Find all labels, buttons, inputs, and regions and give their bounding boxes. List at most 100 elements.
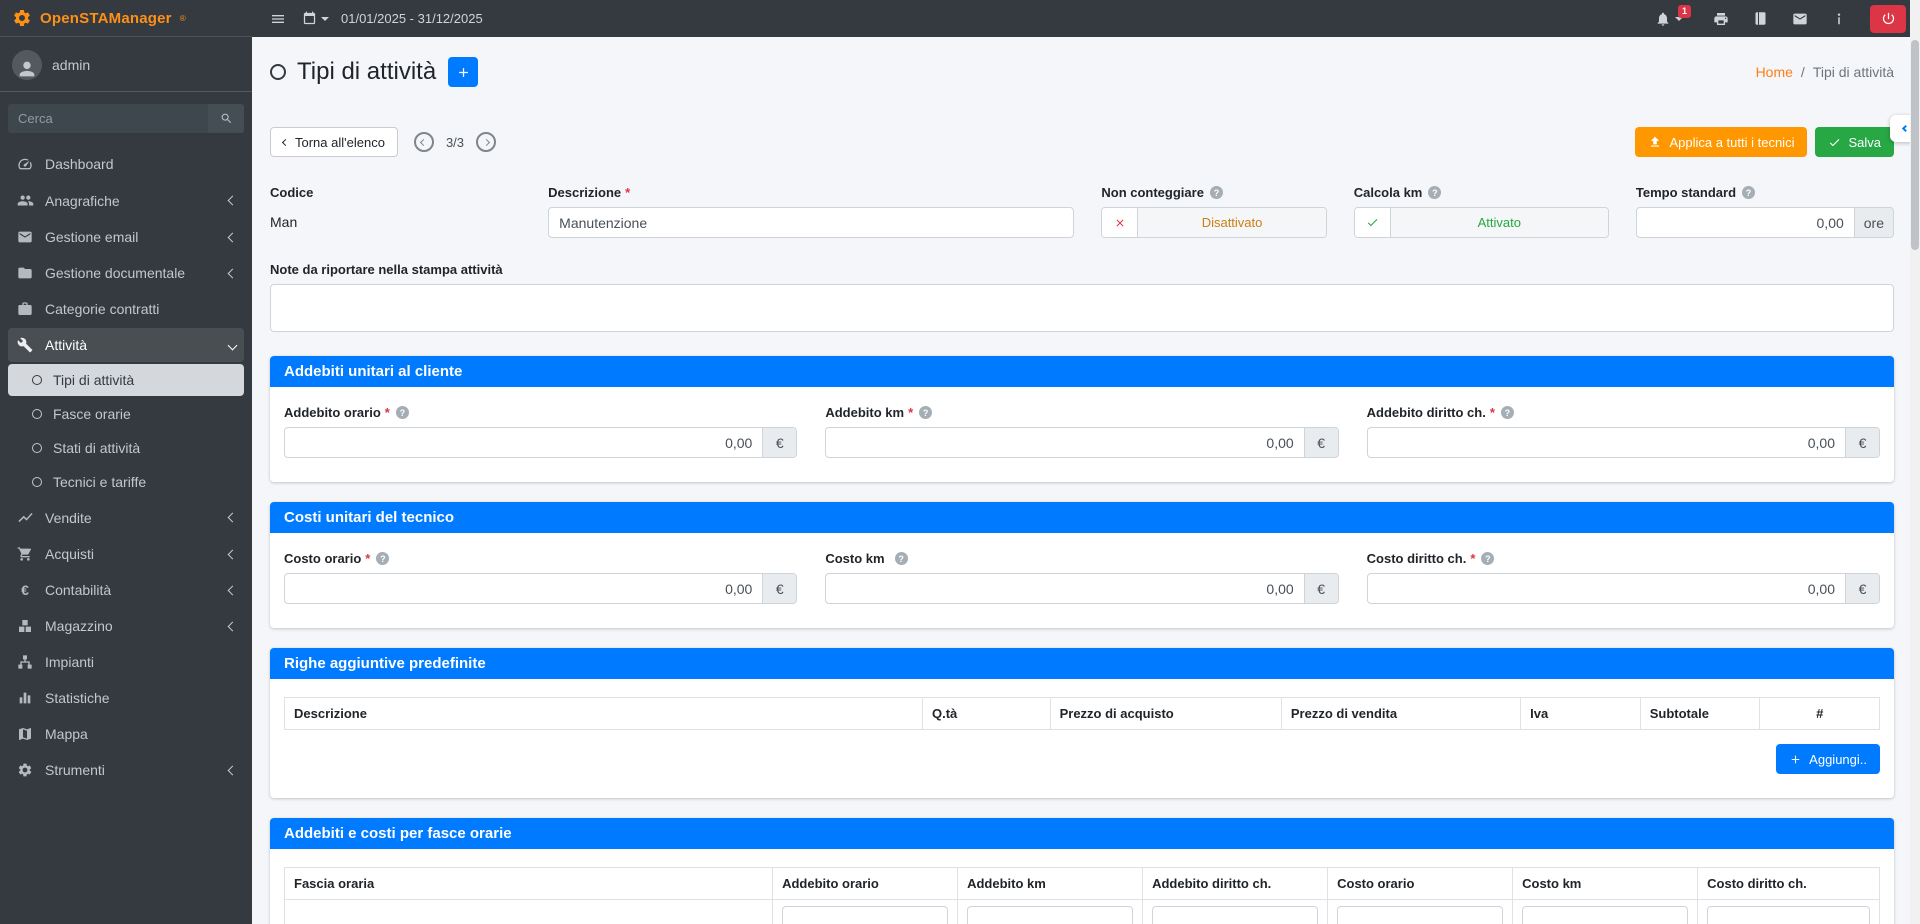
sidebar-menu: Dashboard Anagrafiche Gestione email Ges… bbox=[0, 139, 252, 797]
circle-icon bbox=[32, 375, 42, 385]
chevron-left-icon bbox=[1901, 125, 1908, 132]
calendar-button[interactable] bbox=[294, 5, 337, 32]
column-header: # bbox=[1760, 698, 1880, 730]
page-title: Tipi di attività bbox=[297, 58, 436, 86]
sidebar-item-gestione-email[interactable]: Gestione email bbox=[8, 220, 244, 254]
breadcrumb-home-link[interactable]: Home bbox=[1756, 64, 1793, 80]
column-header: Addebito diritto ch. bbox=[1143, 868, 1328, 900]
costo-diritto-input[interactable] bbox=[1368, 574, 1845, 603]
fascia-costo-km-input[interactable] bbox=[1523, 907, 1687, 924]
addebito-diritto-field: Addebito diritto ch.* € bbox=[1367, 405, 1880, 458]
sidebar-subitem-tipi-di-attivita[interactable]: Tipi di attività bbox=[8, 364, 244, 396]
avatar bbox=[12, 50, 42, 80]
sidebar-item-impianti[interactable]: Impianti bbox=[8, 645, 244, 679]
date-range-selector[interactable]: 01/01/2025 - 31/12/2025 bbox=[341, 11, 483, 26]
main-column: 01/01/2025 - 31/12/2025 1 bbox=[252, 0, 1920, 924]
addebito-orario-field: Addebito orario* € bbox=[284, 405, 797, 458]
record-toolbar: Torna all'elenco 3/3 Applica a tutti i t… bbox=[270, 127, 1894, 157]
costo-orario-input[interactable] bbox=[285, 574, 762, 603]
card-costi-title: Costi unitari del tecnico bbox=[270, 502, 1894, 533]
calcola-km-field: Calcola km Attivato bbox=[1354, 185, 1609, 238]
sidebar-item-statistiche[interactable]: Statistiche bbox=[8, 681, 244, 715]
addebito-orario-input[interactable] bbox=[285, 428, 762, 457]
logout-button[interactable] bbox=[1870, 5, 1906, 33]
brand-link[interactable]: OpenSTAManager® bbox=[0, 0, 252, 37]
email-support-button[interactable] bbox=[1784, 5, 1816, 33]
fascia-costo-orario-input[interactable] bbox=[1338, 907, 1502, 924]
sidebar-item-anagrafiche[interactable]: Anagrafiche bbox=[8, 183, 244, 218]
tempo-standard-input[interactable] bbox=[1637, 208, 1854, 237]
search-input[interactable] bbox=[8, 104, 208, 133]
sidebar-item-vendite[interactable]: Vendite bbox=[8, 500, 244, 535]
sidebar-item-strumenti[interactable]: Strumenti bbox=[8, 753, 244, 787]
non-conteggiare-toggle[interactable]: Disattivato bbox=[1101, 207, 1326, 238]
card-addebiti-title: Addebiti unitari al cliente bbox=[270, 356, 1894, 387]
help-icon[interactable] bbox=[1428, 186, 1441, 199]
note-textarea[interactable] bbox=[270, 284, 1894, 332]
notifications-button[interactable]: 1 bbox=[1647, 5, 1697, 33]
addebito-km-input[interactable] bbox=[826, 428, 1303, 457]
apply-to-technicians-button[interactable]: Applica a tutti i tecnici bbox=[1635, 127, 1807, 157]
help-icon[interactable] bbox=[1501, 406, 1514, 419]
print-button[interactable] bbox=[1705, 5, 1737, 33]
fascia-addebito-diritto-input[interactable] bbox=[1153, 907, 1317, 924]
sidebar-subitem-stati-di-attivita[interactable]: Stati di attività bbox=[8, 432, 244, 464]
page-content: Tipi di attività Home Tipi di attività T… bbox=[252, 37, 1920, 924]
help-icon[interactable] bbox=[1210, 186, 1223, 199]
user-name-link[interactable]: admin bbox=[52, 57, 90, 73]
addebito-diritto-input[interactable] bbox=[1368, 428, 1845, 457]
brand-gear-icon bbox=[12, 8, 32, 28]
column-header: Costo orario bbox=[1328, 868, 1513, 900]
descrizione-input[interactable] bbox=[548, 207, 1074, 238]
help-icon[interactable] bbox=[1742, 186, 1755, 199]
fascia-addebito-km-input[interactable] bbox=[968, 907, 1132, 924]
descrizione-field: Descrizione* bbox=[548, 185, 1074, 238]
sidebar-toggle-button[interactable] bbox=[262, 5, 294, 33]
costo-km-input[interactable] bbox=[826, 574, 1303, 603]
dashboard-icon bbox=[16, 156, 34, 172]
sidebar-item-categorie-contratti[interactable]: Categorie contratti bbox=[8, 292, 244, 326]
chevron-right-icon bbox=[482, 138, 489, 145]
x-icon bbox=[1102, 208, 1138, 237]
scrollbar-thumb[interactable] bbox=[1911, 40, 1919, 250]
sidebar-item-magazzino[interactable]: Magazzino bbox=[8, 609, 244, 643]
fascia-addebito-orario-input[interactable] bbox=[783, 907, 947, 924]
sidebar-item-contabilita[interactable]: € Contabilità bbox=[8, 573, 244, 607]
card-righe-aggiuntive: Righe aggiuntive predefinite Descrizione… bbox=[270, 648, 1894, 798]
sidebar-item-acquisti[interactable]: Acquisti bbox=[8, 537, 244, 571]
sidebar-item-gestione-documentale[interactable]: Gestione documentale bbox=[8, 256, 244, 290]
sidebar-item-dashboard[interactable]: Dashboard bbox=[8, 147, 244, 181]
help-icon[interactable] bbox=[1481, 552, 1494, 565]
app-root: OpenSTAManager® admin Dashboard A bbox=[0, 0, 1920, 924]
sidebar-item-mappa[interactable]: Mappa bbox=[8, 717, 244, 751]
add-row-button[interactable]: Aggiungi.. bbox=[1776, 744, 1880, 774]
add-record-button[interactable] bbox=[448, 57, 478, 87]
fascia-costo-diritto-input[interactable] bbox=[1708, 907, 1869, 924]
help-icon[interactable] bbox=[376, 552, 389, 565]
chevron-left-icon bbox=[228, 232, 238, 242]
previous-record-button[interactable] bbox=[414, 132, 434, 152]
search-button[interactable] bbox=[208, 104, 244, 133]
help-icon[interactable] bbox=[895, 552, 908, 565]
topbar: 01/01/2025 - 31/12/2025 1 bbox=[252, 0, 1920, 37]
sidebar-subitem-tecnici-e-tariffe[interactable]: Tecnici e tariffe bbox=[8, 466, 244, 498]
documentation-button[interactable] bbox=[1745, 5, 1776, 32]
card-addebiti: Addebiti unitari al cliente Addebito ora… bbox=[270, 356, 1894, 482]
save-button[interactable]: Salva bbox=[1815, 127, 1894, 157]
codice-value: Man bbox=[270, 207, 521, 230]
page-scrollbar[interactable] bbox=[1910, 0, 1920, 924]
help-icon[interactable] bbox=[396, 406, 409, 419]
sidebar-item-attivita[interactable]: Attività bbox=[8, 328, 244, 362]
addebito-km-field: Addebito km* € bbox=[825, 405, 1338, 458]
back-to-list-button[interactable]: Torna all'elenco bbox=[270, 127, 398, 157]
sidebar-subitem-fasce-orarie[interactable]: Fasce orarie bbox=[8, 398, 244, 430]
info-button[interactable] bbox=[1824, 6, 1854, 32]
next-record-button[interactable] bbox=[476, 132, 496, 152]
help-icon[interactable] bbox=[919, 406, 932, 419]
calcola-km-toggle[interactable]: Attivato bbox=[1354, 207, 1609, 238]
tempo-standard-field: Tempo standard ore bbox=[1636, 185, 1894, 238]
user-panel: admin bbox=[0, 37, 252, 92]
righe-table-header-row: Descrizione Q.tà Prezzo di acquisto Prez… bbox=[285, 698, 1880, 730]
breadcrumb-current: Tipi di attività bbox=[1801, 64, 1894, 80]
check-icon bbox=[1355, 208, 1391, 237]
